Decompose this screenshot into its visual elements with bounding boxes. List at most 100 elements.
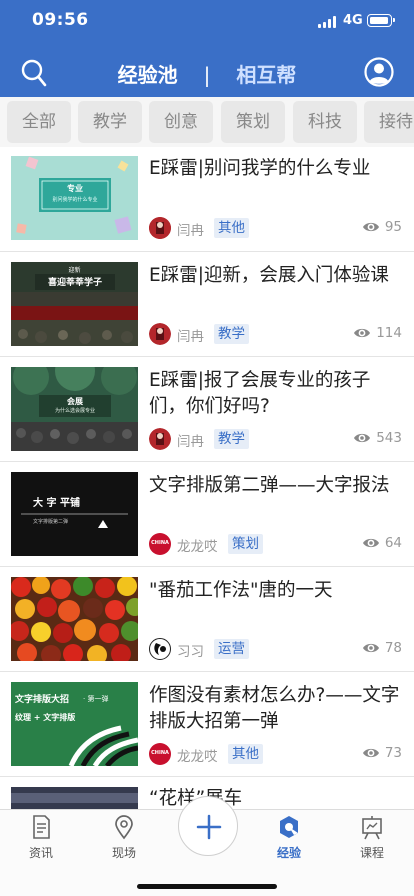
category-tag: 教学 xyxy=(214,429,249,449)
tab-courses[interactable]: 课程 xyxy=(342,814,402,861)
nav-bar: 经验池 | 相互帮 xyxy=(0,50,414,96)
author-name: 龙龙哎 xyxy=(177,749,218,765)
status-time: 09:56 xyxy=(32,10,89,30)
add-button[interactable] xyxy=(178,796,238,856)
thumb-caption-1: 大 字 平铺 xyxy=(33,498,80,509)
avatar-text: CHINA xyxy=(151,540,169,546)
category-reception[interactable]: 接待 xyxy=(364,101,414,143)
category-tech[interactable]: 科技 xyxy=(293,101,357,143)
view-count-value: 114 xyxy=(376,325,402,341)
category-tag: 运营 xyxy=(214,639,249,659)
view-count: 64 xyxy=(362,535,402,551)
author-name: 闫冉 xyxy=(177,434,204,450)
category-teaching[interactable]: 教学 xyxy=(78,101,142,143)
signal-icon xyxy=(318,16,338,28)
article-title[interactable]: 文字排版第二弹——大字报法 xyxy=(149,473,404,499)
article-title[interactable]: 作图没有素材怎么办?——文字排版大招第一弹 xyxy=(149,683,404,735)
eye-icon xyxy=(362,748,379,758)
tab-scene-label: 现场 xyxy=(111,846,136,860)
avatar xyxy=(149,638,171,660)
article-title[interactable]: E踩雷|别问我学的什么专业 xyxy=(149,156,404,182)
document-icon xyxy=(33,815,50,839)
experience-hexagon-icon xyxy=(280,816,298,838)
list-item[interactable]: 专业 别问我学的什么专业 E踩雷|别问我学的什么专业 闫冉 其他 95 xyxy=(0,147,414,252)
location-pin-icon xyxy=(115,815,133,840)
tab-mutual-help[interactable]: 相互帮 xyxy=(236,59,296,88)
avatar xyxy=(149,323,171,345)
thumb-caption-1: 会展 xyxy=(67,397,83,406)
avatar-text: CHINA xyxy=(151,750,169,756)
list-item[interactable]: 迎新 喜迎莘莘学子 E踩雷|迎新，会展入门体验课 闫冉 教学 114 xyxy=(0,252,414,357)
thumb-caption-1b: · 第一弹 xyxy=(83,695,109,703)
avatar: CHINA xyxy=(149,533,171,555)
article-thumbnail: 会展 为什么选会展专业 xyxy=(11,367,138,451)
home-indicator xyxy=(137,884,277,889)
article-thumbnail: 文字排版大招 · 第一弹 纹理 + 文字排版 xyxy=(11,682,138,766)
category-tag: 其他 xyxy=(214,218,249,238)
avatar xyxy=(149,217,171,239)
author-name: 习习 xyxy=(177,644,204,660)
category-all[interactable]: 全部 xyxy=(7,101,71,143)
view-count: 114 xyxy=(353,325,402,341)
app-screen: 09:56 4G 经验池 | 相互帮 全部 教学 创意 策划 科技 接待 专业 … xyxy=(0,0,414,896)
category-tag: 教学 xyxy=(214,324,249,344)
list-item[interactable]: 文字排版大招 · 第一弹 纹理 + 文字排版 作图没有素材怎么办?——文字排版大… xyxy=(0,672,414,777)
nav-tabs: 经验池 | 相互帮 xyxy=(0,59,414,88)
article-thumbnail: 专业 别问我学的什么专业 xyxy=(11,156,138,240)
eye-icon xyxy=(354,433,371,443)
author-name: 闫冉 xyxy=(177,329,204,345)
thumb-caption-2: 纹理 + 文字排版 xyxy=(15,713,76,722)
article-title[interactable]: E踩雷|迎新，会展入门体验课 xyxy=(149,263,404,289)
thumb-caption-1: 迎新 xyxy=(68,267,81,274)
top-header: 09:56 4G 经验池 | 相互帮 xyxy=(0,0,414,97)
avatar: CHINA xyxy=(149,743,171,765)
tab-experience-pool[interactable]: 经验池 xyxy=(118,59,178,88)
eye-icon xyxy=(362,538,379,548)
view-count: 543 xyxy=(353,430,402,446)
category-tabs: 全部 教学 创意 策划 科技 接待 xyxy=(0,97,414,147)
view-count: 73 xyxy=(362,745,402,761)
view-count-value: 73 xyxy=(384,745,402,761)
view-count-value: 78 xyxy=(384,640,402,656)
view-count-value: 64 xyxy=(384,535,402,551)
eye-icon xyxy=(362,222,379,232)
category-creative[interactable]: 创意 xyxy=(149,101,213,143)
view-count-value: 543 xyxy=(376,430,402,446)
eye-icon xyxy=(354,328,371,338)
plus-icon xyxy=(196,814,222,840)
eye-icon xyxy=(362,643,379,653)
status-bar: 09:56 4G xyxy=(0,0,414,44)
thumb-caption-2: 文字排版第二弹 xyxy=(33,519,69,525)
profile-icon[interactable] xyxy=(364,57,394,87)
tab-experience-label: 经验 xyxy=(276,846,301,860)
view-count-value: 95 xyxy=(384,219,402,235)
thumb-caption-2: 别问我学的什么专业 xyxy=(52,197,98,203)
thumb-caption-1: 专业 xyxy=(67,184,83,193)
article-title[interactable]: E踩雷|报了会展专业的孩子们，你们好吗? xyxy=(149,368,404,420)
network-label: 4G xyxy=(343,13,363,28)
article-thumbnail xyxy=(11,577,138,661)
thumb-caption-2: 为什么选会展专业 xyxy=(54,408,95,414)
list-item[interactable]: "番茄工作法"唐的一天 习习 运营 78 xyxy=(0,567,414,672)
tab-scene[interactable]: 现场 xyxy=(94,814,154,861)
tab-news[interactable]: 资讯 xyxy=(11,814,71,861)
article-thumbnail xyxy=(11,787,138,809)
article-title[interactable]: "番茄工作法"唐的一天 xyxy=(149,578,404,604)
article-feed: 专业 别问我学的什么专业 E踩雷|别问我学的什么专业 闫冉 其他 95 迎新 喜… xyxy=(0,147,414,809)
view-count: 78 xyxy=(362,640,402,656)
category-planning[interactable]: 策划 xyxy=(221,101,285,143)
bottom-tab-bar: 资讯 现场 经验 课程 xyxy=(0,796,414,896)
list-item[interactable]: 会展 为什么选会展专业 E踩雷|报了会展专业的孩子们，你们好吗? 闫冉 教学 5… xyxy=(0,357,414,462)
author-name: 龙龙哎 xyxy=(177,539,218,555)
view-count: 95 xyxy=(362,219,402,235)
category-tag: 策划 xyxy=(228,534,263,554)
nav-separator: | xyxy=(203,63,211,87)
thumb-caption-2: 喜迎莘莘学子 xyxy=(47,278,102,288)
article-thumbnail: 大 字 平铺 文字排版第二弹 xyxy=(11,472,138,556)
category-tag: 其他 xyxy=(228,744,263,764)
battery-icon xyxy=(367,14,395,27)
tab-courses-label: 课程 xyxy=(359,846,384,860)
tab-experience[interactable]: 经验 xyxy=(259,814,319,861)
easel-icon xyxy=(362,816,382,840)
list-item[interactable]: 大 字 平铺 文字排版第二弹 文字排版第二弹——大字报法 CHINA 龙龙哎 策… xyxy=(0,462,414,567)
